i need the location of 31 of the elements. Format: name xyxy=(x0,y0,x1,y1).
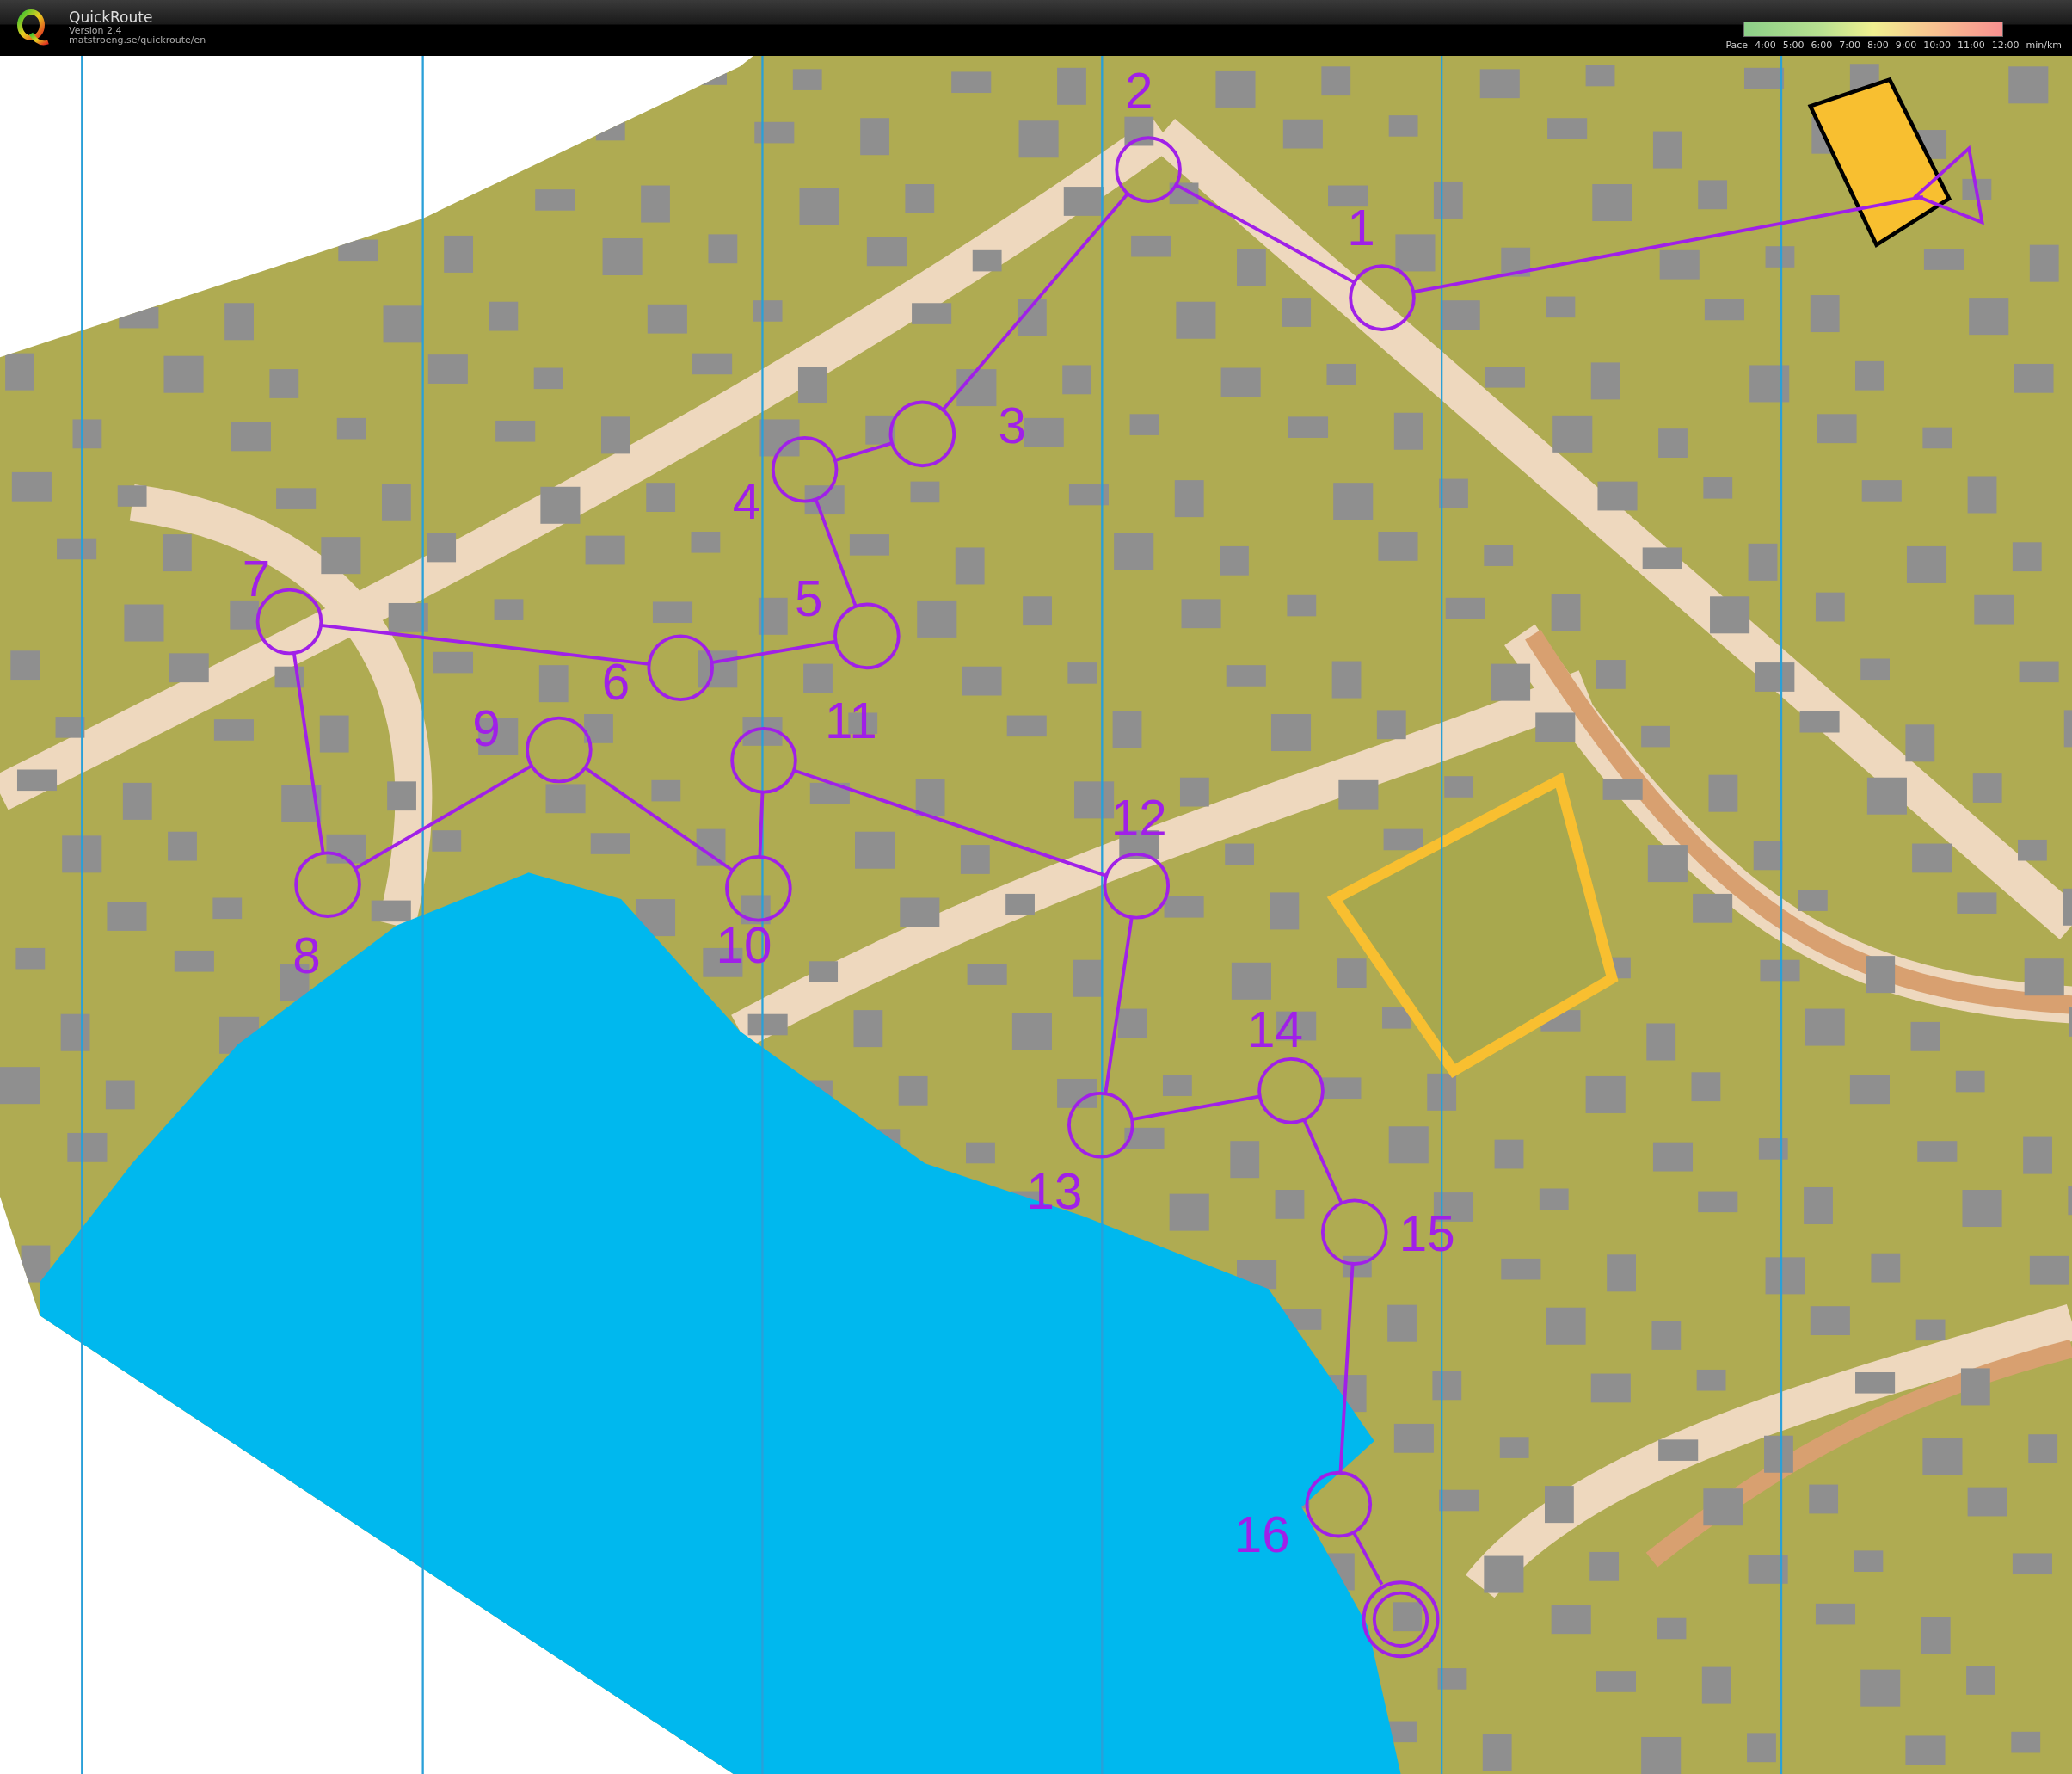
control-number: 4 xyxy=(732,472,761,529)
control-number: 8 xyxy=(292,927,321,984)
control-number: 2 xyxy=(1125,63,1153,120)
control-number: 6 xyxy=(601,654,630,711)
control-number: 9 xyxy=(472,699,501,756)
logo-icon xyxy=(15,9,50,47)
app-name: QuickRoute xyxy=(69,10,154,26)
website-url: matstroeng.se/quickroute/en xyxy=(69,35,206,46)
pace-tick-label: 6:00 xyxy=(1811,40,1833,51)
pace-tick-label: 10:00 xyxy=(1923,40,1952,51)
pace-tick-label: 5:00 xyxy=(1782,40,1805,51)
pace-tick-label: 4:00 xyxy=(1755,40,1776,51)
pace-tick-label: 8:00 xyxy=(1866,40,1889,51)
version-text: Version 2.4 xyxy=(69,25,123,36)
pace-tick-label: 11:00 xyxy=(1958,40,1985,51)
control-number: 14 xyxy=(1247,1001,1304,1058)
control-number: 1 xyxy=(1347,199,1375,256)
control-number: 13 xyxy=(1026,1162,1083,1219)
pace-label: Pace xyxy=(1725,40,1749,51)
control-number: 12 xyxy=(1110,790,1167,847)
pace-tick-label: 7:00 xyxy=(1839,40,1860,51)
pace-tick-label: 12:00 xyxy=(1991,40,2020,51)
pace-tick-label: 9:00 xyxy=(1895,40,1917,51)
finish-circle-icon xyxy=(1362,1580,1440,1659)
start-triangle-icon xyxy=(1913,145,1985,225)
control-number: 16 xyxy=(1233,1506,1290,1562)
pace-unit: min/km xyxy=(2026,40,2062,51)
control-number: 3 xyxy=(998,397,1027,454)
control-number: 11 xyxy=(825,692,877,748)
control-number: 5 xyxy=(795,570,823,627)
control-number: 7 xyxy=(242,551,271,607)
